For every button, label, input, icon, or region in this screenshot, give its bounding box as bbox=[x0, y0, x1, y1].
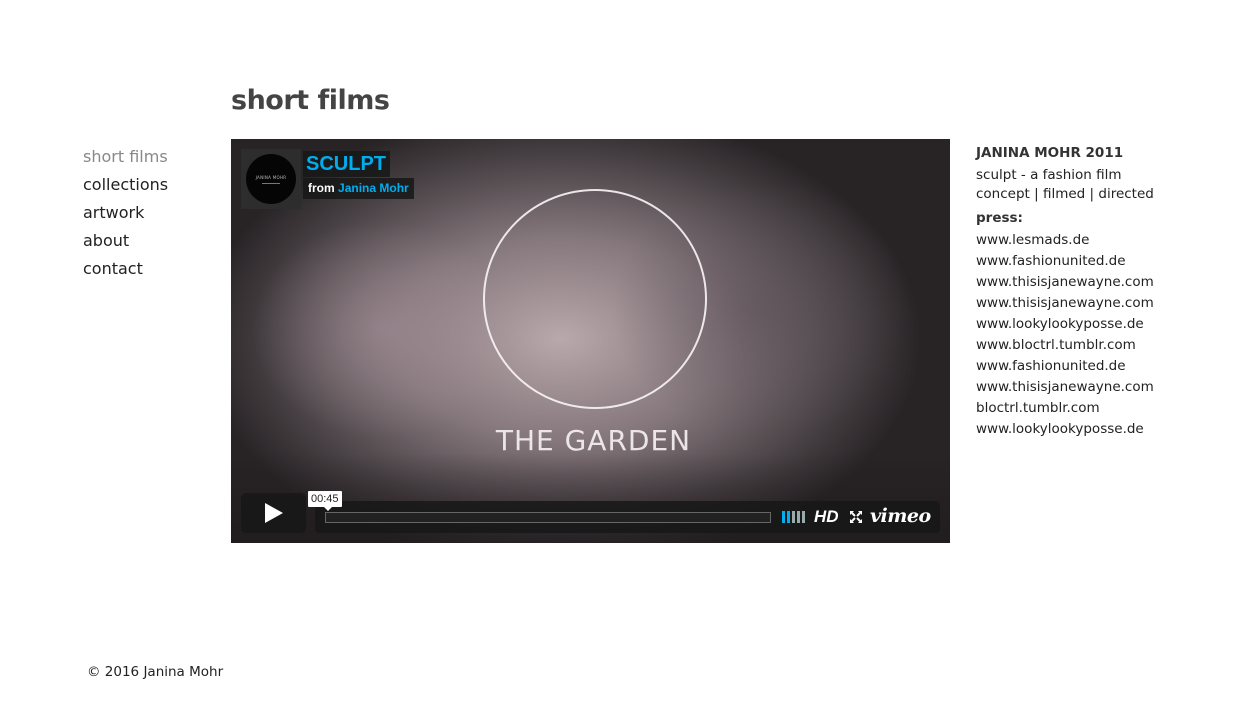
byline-prefix: from bbox=[308, 181, 335, 195]
author-link[interactable]: Janina Mohr bbox=[338, 181, 409, 195]
film-description: sculpt - a fashion film bbox=[976, 167, 1122, 183]
control-bar: HD vimeo bbox=[315, 501, 940, 533]
press-link[interactable]: www.fashionunited.de bbox=[976, 251, 1216, 272]
fullscreen-icon[interactable] bbox=[849, 510, 863, 524]
footer-copyright: © 2016 Janina Mohr bbox=[87, 664, 224, 680]
press-link[interactable]: www.thisisjanewayne.com bbox=[976, 377, 1216, 398]
progress-bar[interactable] bbox=[325, 512, 771, 523]
time-tooltip: 00:45 bbox=[308, 491, 342, 511]
film-info: JANINA MOHR 2011 sculpt - a fashion film… bbox=[976, 143, 1216, 440]
video-player[interactable]: THE GARDEN JANINA MOHR SCULPT from Janin… bbox=[231, 139, 950, 543]
nav-item-short-films[interactable]: short films bbox=[83, 143, 168, 171]
press-link[interactable]: www.bloctrl.tumblr.com bbox=[976, 335, 1216, 356]
page-title: short films bbox=[231, 85, 390, 116]
circle-artwork bbox=[483, 189, 707, 409]
press-link[interactable]: www.fashionunited.de bbox=[976, 356, 1216, 377]
nav-item-artwork[interactable]: artwork bbox=[83, 199, 168, 227]
press-heading: press: bbox=[976, 210, 1023, 226]
hd-button[interactable]: HD bbox=[814, 506, 839, 528]
video-frame-title: THE GARDEN bbox=[495, 424, 692, 457]
press-link[interactable]: www.thisisjanewayne.com bbox=[976, 272, 1216, 293]
nav-item-contact[interactable]: contact bbox=[83, 255, 168, 283]
avatar-text: JANINA MOHR bbox=[255, 174, 287, 180]
video-frame-haze bbox=[251, 219, 511, 439]
page: short films short films collections artw… bbox=[0, 0, 1245, 702]
press-link[interactable]: www.lookylookyposse.de bbox=[976, 419, 1216, 440]
credit-heading: JANINA MOHR 2011 bbox=[976, 145, 1124, 161]
press-link[interactable]: bloctrl.tumblr.com bbox=[976, 398, 1216, 419]
press-link[interactable]: www.lesmads.de bbox=[976, 230, 1216, 251]
avatar-rule bbox=[262, 182, 280, 184]
press-link[interactable]: www.lookylookyposse.de bbox=[976, 314, 1216, 335]
press-list: www.lesmads.de www.fashionunited.de www.… bbox=[976, 230, 1216, 440]
play-icon bbox=[264, 503, 283, 523]
film-roles: concept | filmed | directed bbox=[976, 186, 1154, 202]
vimeo-logo-link[interactable]: vimeo bbox=[870, 503, 931, 529]
owner-avatar[interactable]: JANINA MOHR bbox=[241, 149, 301, 209]
main-nav: short films collections artwork about co… bbox=[83, 143, 168, 283]
nav-item-about[interactable]: about bbox=[83, 227, 168, 255]
video-byline: from Janina Mohr bbox=[303, 178, 414, 199]
press-link[interactable]: www.thisisjanewayne.com bbox=[976, 293, 1216, 314]
play-button[interactable] bbox=[241, 493, 306, 533]
volume-icon[interactable] bbox=[782, 511, 806, 523]
video-title-link[interactable]: SCULPT bbox=[303, 151, 390, 177]
avatar-logo: JANINA MOHR bbox=[246, 154, 296, 204]
nav-item-collections[interactable]: collections bbox=[83, 171, 168, 199]
